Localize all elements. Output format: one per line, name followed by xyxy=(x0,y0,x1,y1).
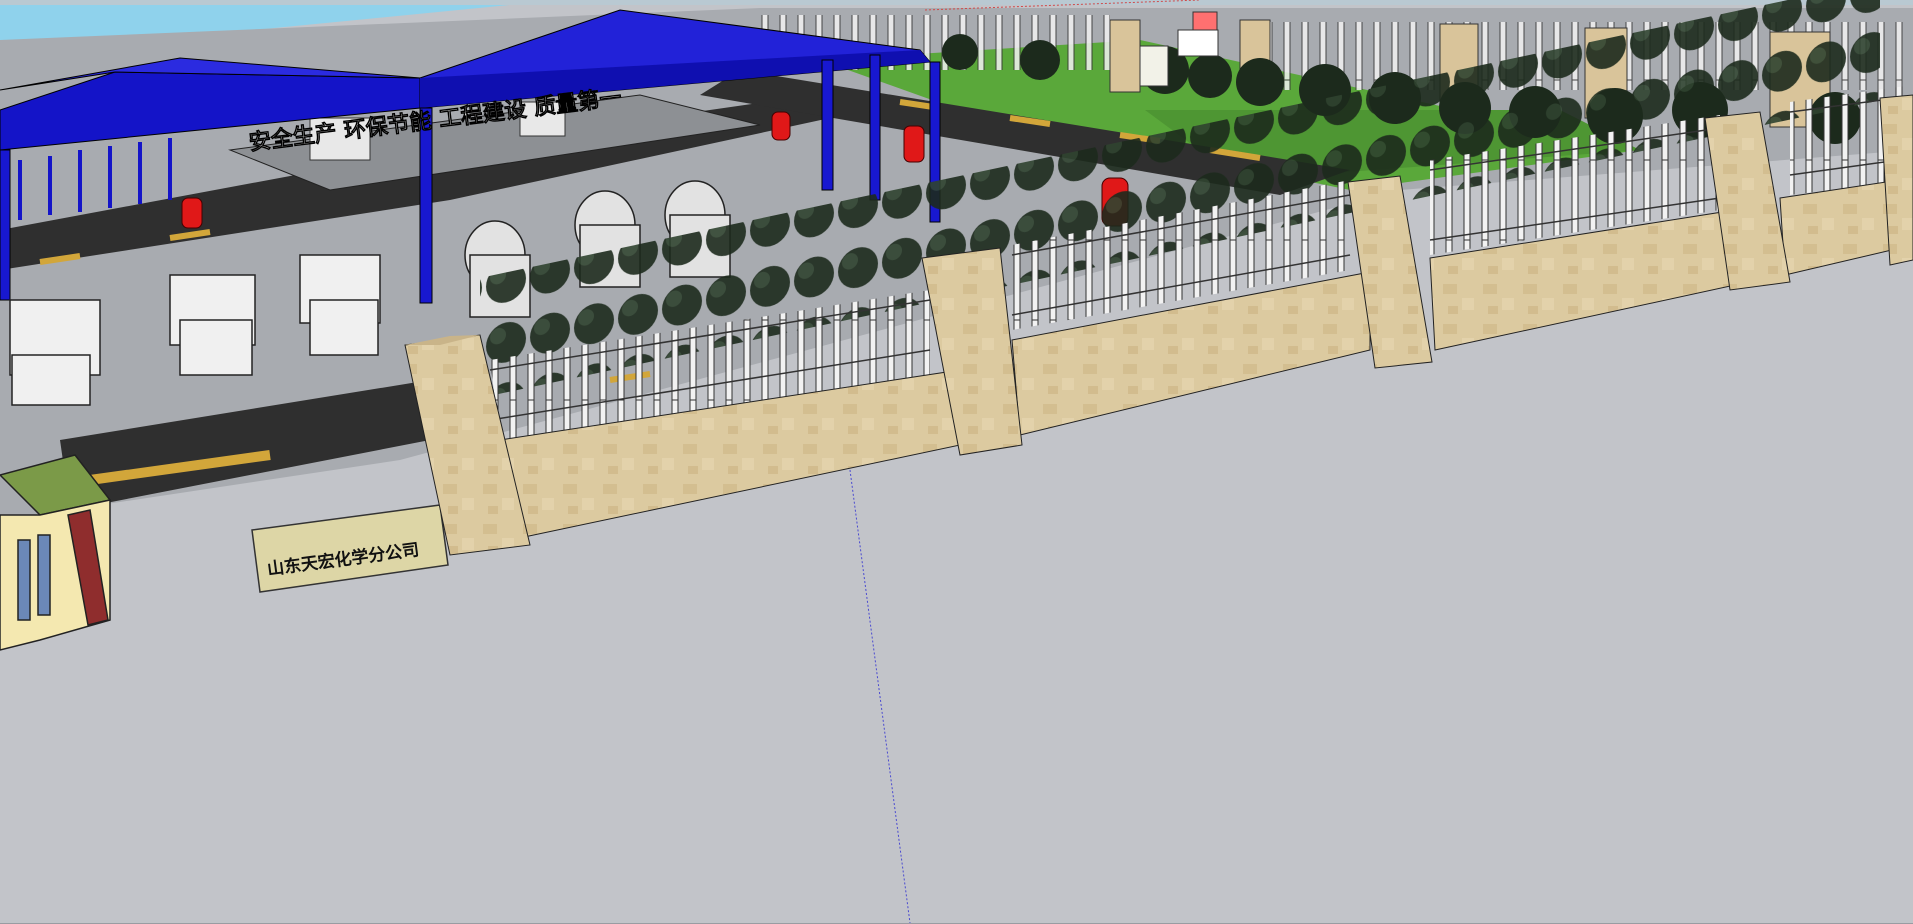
guard-house xyxy=(0,454,112,651)
model-viewport[interactable]: 安全生产 环保节能 工程建设 质量第一 山东天宏化学分公司 xyxy=(0,0,1913,924)
guard-house-far xyxy=(1139,45,1169,87)
company-sign: 山东天宏化学分公司 xyxy=(251,504,449,593)
scene-canvas[interactable]: 安全生产 环保节能 工程建设 质量第一 山东天宏化学分公司 xyxy=(0,0,1913,923)
axis-guide-blue xyxy=(849,469,911,923)
